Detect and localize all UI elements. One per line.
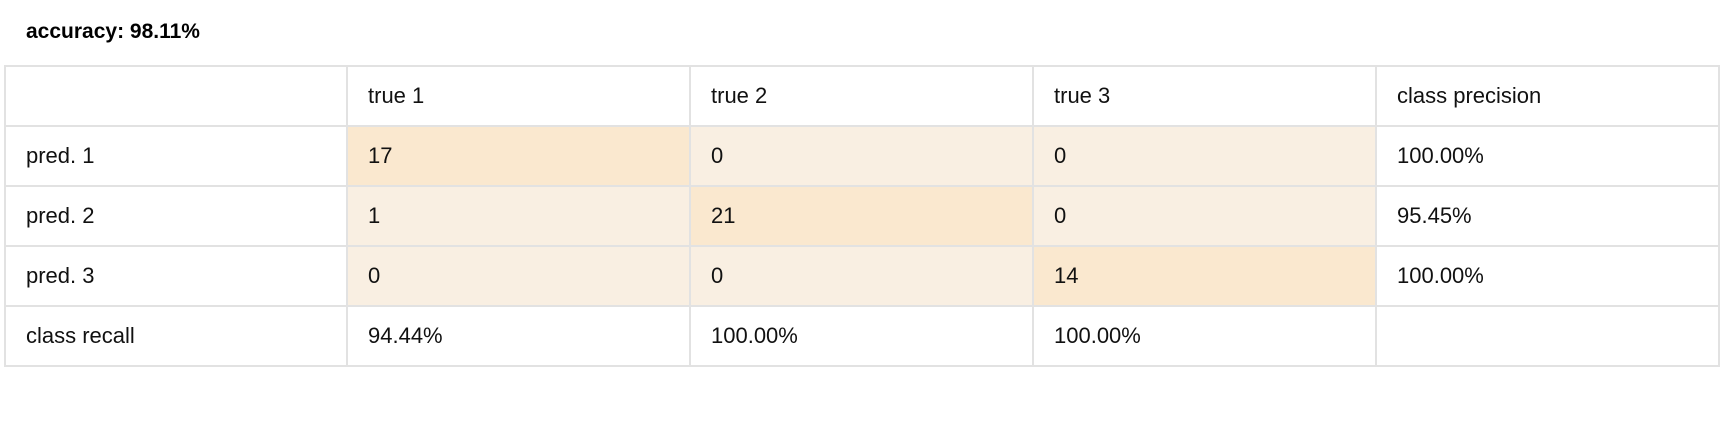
confusion-matrix-table: true 1 true 2 true 3 class precision pre… bbox=[4, 65, 1720, 367]
header-row: true 1 true 2 true 3 class precision bbox=[4, 65, 1720, 127]
matrix-cell: 21 bbox=[689, 185, 1034, 247]
column-header-true-1: true 1 bbox=[346, 65, 691, 127]
table-row-class-recall: class recall 94.44% 100.00% 100.00% bbox=[4, 305, 1720, 367]
row-header-pred-3: pred. 3 bbox=[4, 245, 348, 307]
column-header-true-3: true 3 bbox=[1032, 65, 1377, 127]
matrix-cell: 0 bbox=[346, 245, 691, 307]
table-row-pred-3: pred. 3 0 0 14 100.00% bbox=[4, 245, 1720, 307]
empty-cell bbox=[1375, 305, 1720, 367]
row-header-pred-2: pred. 2 bbox=[4, 185, 348, 247]
column-header-true-2: true 2 bbox=[689, 65, 1034, 127]
table-row-pred-1: pred. 1 17 0 0 100.00% bbox=[4, 125, 1720, 187]
matrix-cell: 0 bbox=[1032, 125, 1377, 187]
matrix-cell: 1 bbox=[346, 185, 691, 247]
precision-cell: 95.45% bbox=[1375, 185, 1720, 247]
row-header-pred-1: pred. 1 bbox=[4, 125, 348, 187]
recall-cell: 94.44% bbox=[346, 305, 691, 367]
row-header-class-recall: class recall bbox=[4, 305, 348, 367]
matrix-cell: 0 bbox=[689, 245, 1034, 307]
corner-cell bbox=[4, 65, 348, 127]
accuracy-label: accuracy: 98.11% bbox=[26, 20, 200, 43]
precision-cell: 100.00% bbox=[1375, 125, 1720, 187]
matrix-cell: 0 bbox=[1032, 185, 1377, 247]
recall-cell: 100.00% bbox=[689, 305, 1034, 367]
matrix-cell: 17 bbox=[346, 125, 691, 187]
precision-cell: 100.00% bbox=[1375, 245, 1720, 307]
matrix-cell: 14 bbox=[1032, 245, 1377, 307]
column-header-class-precision: class precision bbox=[1375, 65, 1720, 127]
matrix-cell: 0 bbox=[689, 125, 1034, 187]
recall-cell: 100.00% bbox=[1032, 305, 1377, 367]
table-row-pred-2: pred. 2 1 21 0 95.45% bbox=[4, 185, 1720, 247]
